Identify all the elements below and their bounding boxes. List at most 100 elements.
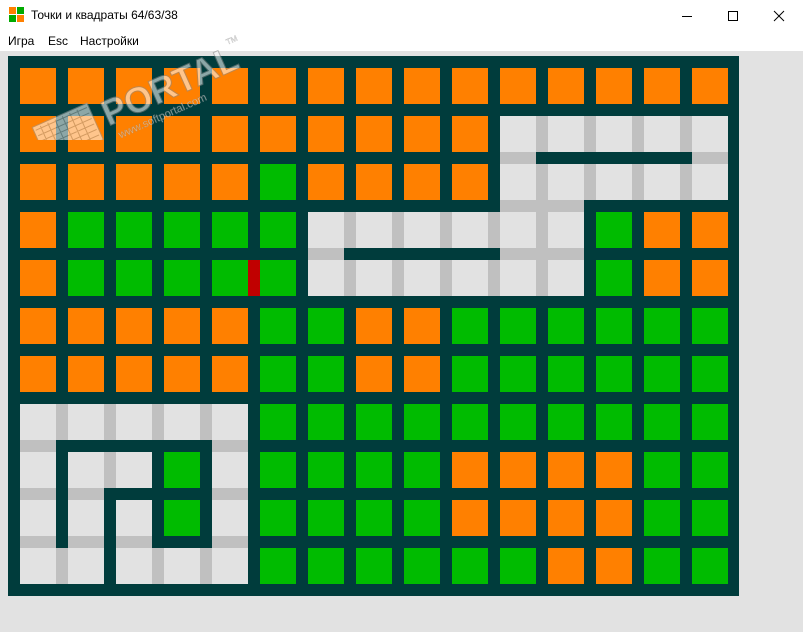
- empty-cell[interactable]: [116, 500, 152, 536]
- green-box[interactable]: [500, 308, 536, 344]
- empty-cell[interactable]: [404, 212, 440, 248]
- green-box[interactable]: [692, 500, 728, 536]
- orange-box[interactable]: [356, 356, 392, 392]
- green-box[interactable]: [356, 548, 392, 584]
- empty-cell[interactable]: [452, 212, 488, 248]
- unplayed-line[interactable]: [200, 548, 212, 584]
- minimize-button[interactable]: [664, 0, 710, 31]
- green-box[interactable]: [404, 500, 440, 536]
- orange-box[interactable]: [356, 164, 392, 200]
- empty-cell[interactable]: [212, 548, 248, 584]
- green-box[interactable]: [164, 260, 200, 296]
- orange-box[interactable]: [260, 68, 296, 104]
- orange-box[interactable]: [596, 500, 632, 536]
- unplayed-line[interactable]: [392, 212, 404, 248]
- unplayed-line[interactable]: [680, 116, 692, 152]
- empty-cell[interactable]: [68, 548, 104, 584]
- green-box[interactable]: [308, 404, 344, 440]
- orange-box[interactable]: [20, 164, 56, 200]
- unplayed-line[interactable]: [500, 200, 536, 212]
- green-box[interactable]: [596, 308, 632, 344]
- empty-cell[interactable]: [548, 212, 584, 248]
- green-box[interactable]: [68, 260, 104, 296]
- green-box[interactable]: [500, 548, 536, 584]
- orange-box[interactable]: [404, 68, 440, 104]
- green-box[interactable]: [452, 548, 488, 584]
- orange-box[interactable]: [212, 68, 248, 104]
- green-box[interactable]: [500, 356, 536, 392]
- unplayed-line[interactable]: [308, 248, 344, 260]
- orange-box[interactable]: [500, 452, 536, 488]
- green-box[interactable]: [548, 308, 584, 344]
- orange-box[interactable]: [596, 68, 632, 104]
- unplayed-line[interactable]: [104, 404, 116, 440]
- green-box[interactable]: [164, 500, 200, 536]
- orange-box[interactable]: [452, 164, 488, 200]
- green-box[interactable]: [692, 452, 728, 488]
- unplayed-line[interactable]: [152, 548, 164, 584]
- empty-cell[interactable]: [452, 260, 488, 296]
- orange-box[interactable]: [308, 68, 344, 104]
- green-box[interactable]: [404, 404, 440, 440]
- unplayed-line[interactable]: [500, 152, 536, 164]
- orange-box[interactable]: [548, 68, 584, 104]
- unplayed-line[interactable]: [488, 212, 500, 248]
- green-box[interactable]: [116, 212, 152, 248]
- orange-box[interactable]: [164, 164, 200, 200]
- unplayed-line[interactable]: [104, 452, 116, 488]
- green-box[interactable]: [308, 356, 344, 392]
- green-box[interactable]: [692, 404, 728, 440]
- orange-box[interactable]: [500, 500, 536, 536]
- empty-cell[interactable]: [644, 116, 680, 152]
- green-box[interactable]: [596, 212, 632, 248]
- orange-box[interactable]: [260, 116, 296, 152]
- unplayed-line[interactable]: [344, 212, 356, 248]
- orange-box[interactable]: [212, 308, 248, 344]
- green-box[interactable]: [260, 308, 296, 344]
- unplayed-line[interactable]: [500, 248, 536, 260]
- unplayed-line[interactable]: [20, 488, 56, 500]
- green-box[interactable]: [500, 404, 536, 440]
- empty-cell[interactable]: [404, 260, 440, 296]
- unplayed-line[interactable]: [212, 488, 248, 500]
- orange-box[interactable]: [116, 68, 152, 104]
- green-box[interactable]: [644, 500, 680, 536]
- empty-cell[interactable]: [308, 212, 344, 248]
- green-box[interactable]: [308, 308, 344, 344]
- game-board[interactable]: [8, 56, 739, 596]
- maximize-button[interactable]: [710, 0, 756, 31]
- orange-box[interactable]: [116, 308, 152, 344]
- green-box[interactable]: [692, 308, 728, 344]
- menu-settings[interactable]: Настройки: [80, 34, 139, 48]
- empty-cell[interactable]: [20, 548, 56, 584]
- unplayed-line[interactable]: [20, 536, 56, 548]
- empty-cell[interactable]: [548, 260, 584, 296]
- orange-box[interactable]: [116, 164, 152, 200]
- unplayed-line[interactable]: [536, 212, 548, 248]
- orange-box[interactable]: [20, 68, 56, 104]
- unplayed-line[interactable]: [548, 248, 584, 260]
- green-box[interactable]: [596, 356, 632, 392]
- orange-box[interactable]: [500, 68, 536, 104]
- orange-box[interactable]: [692, 260, 728, 296]
- empty-cell[interactable]: [356, 212, 392, 248]
- green-box[interactable]: [644, 356, 680, 392]
- orange-box[interactable]: [692, 212, 728, 248]
- empty-cell[interactable]: [68, 500, 104, 536]
- orange-box[interactable]: [404, 164, 440, 200]
- orange-box[interactable]: [116, 356, 152, 392]
- empty-cell[interactable]: [212, 452, 248, 488]
- empty-cell[interactable]: [356, 260, 392, 296]
- green-box[interactable]: [596, 260, 632, 296]
- empty-cell[interactable]: [548, 164, 584, 200]
- empty-cell[interactable]: [116, 404, 152, 440]
- orange-box[interactable]: [596, 452, 632, 488]
- orange-box[interactable]: [548, 500, 584, 536]
- empty-cell[interactable]: [212, 404, 248, 440]
- menu-game[interactable]: Игра: [8, 34, 34, 48]
- unplayed-line[interactable]: [20, 440, 56, 452]
- unplayed-line[interactable]: [212, 536, 248, 548]
- orange-box[interactable]: [212, 164, 248, 200]
- orange-box[interactable]: [68, 116, 104, 152]
- unplayed-line[interactable]: [200, 404, 212, 440]
